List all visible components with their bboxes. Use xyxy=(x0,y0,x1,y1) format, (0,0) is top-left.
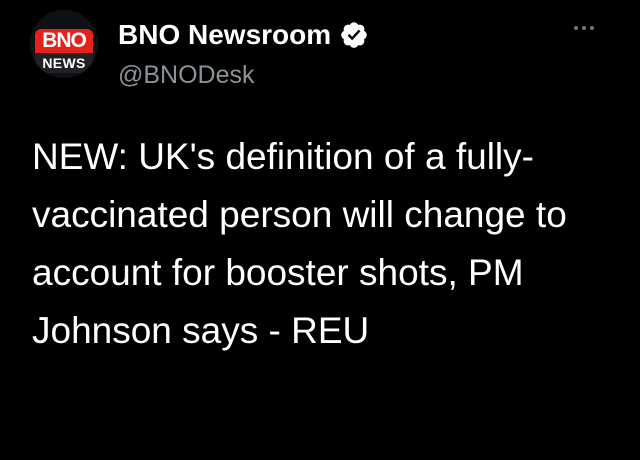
avatar-logo-bottom: NEWS xyxy=(35,53,93,73)
avatar[interactable]: BNO NEWS xyxy=(30,10,98,78)
avatar-logo-top: BNO xyxy=(35,29,93,53)
author-name-row: BNO Newsroom xyxy=(118,18,369,52)
verified-badge-icon xyxy=(339,20,369,50)
more-dot xyxy=(574,26,578,30)
author-display-name[interactable]: BNO Newsroom xyxy=(118,18,331,52)
tweet-header: BNO NEWS BNO Newsroom @BNODesk xyxy=(30,10,610,90)
tweet-text: NEW: UK's definition of a fully-vaccinat… xyxy=(32,136,567,351)
more-options-icon[interactable] xyxy=(572,22,596,34)
tweet-page: { "author": { "display_name": "BNO Newsr… xyxy=(0,0,640,460)
more-dot xyxy=(590,26,594,30)
more-dot xyxy=(582,26,586,30)
author-handle[interactable]: @BNODesk xyxy=(118,60,255,90)
